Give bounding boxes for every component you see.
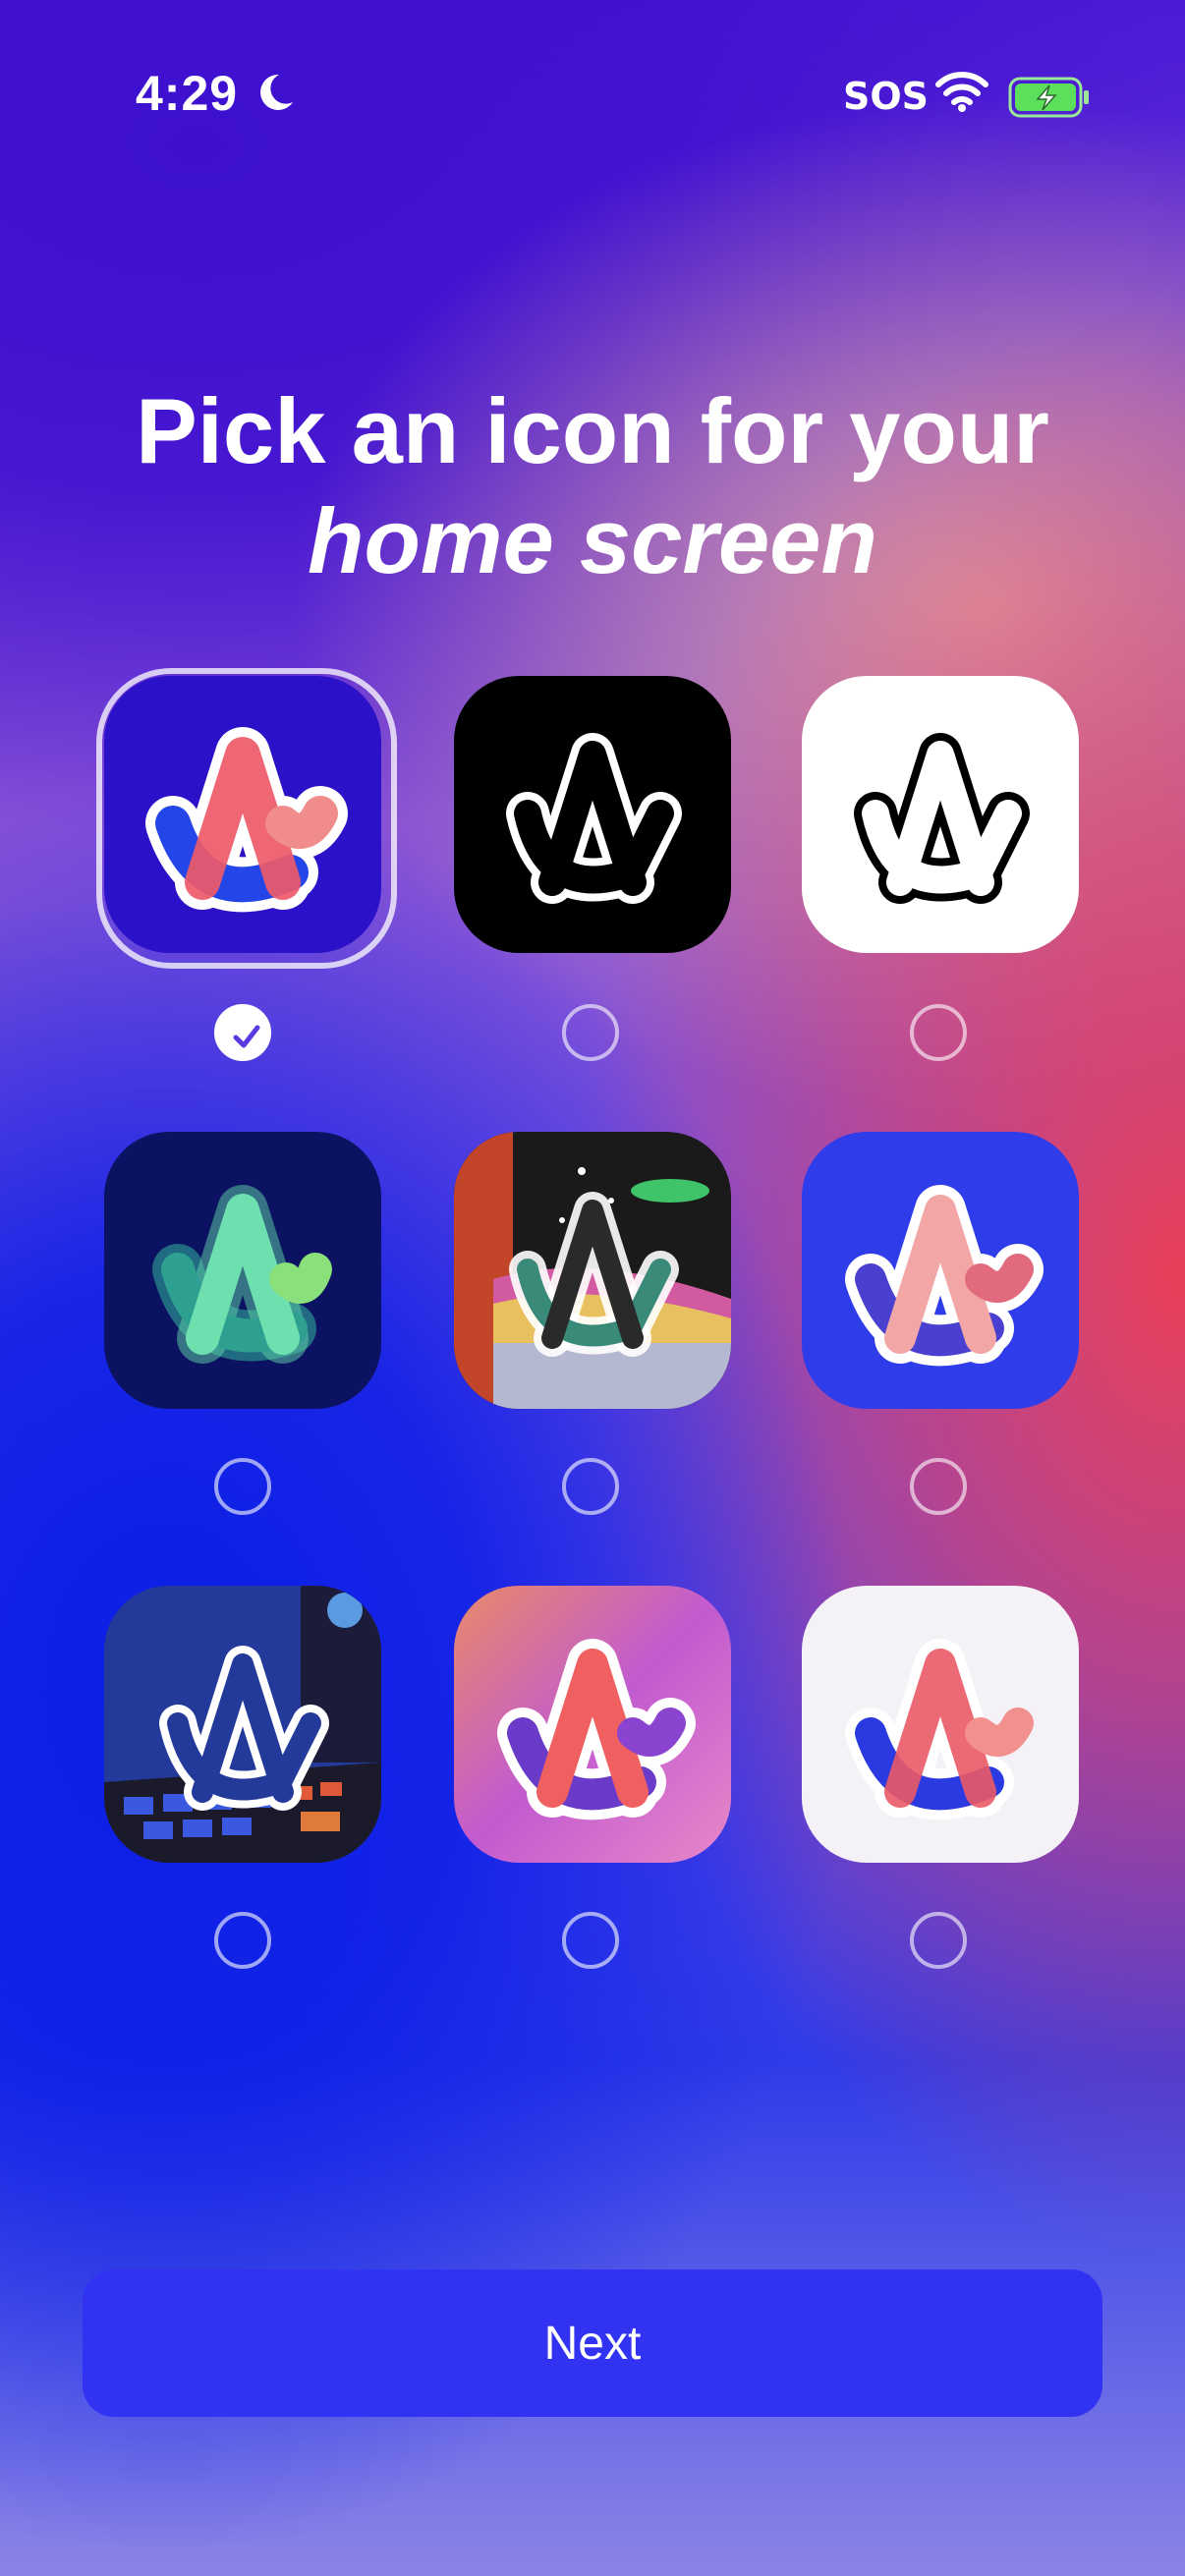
arc-light-icon[interactable]	[802, 1586, 1079, 1863]
wifi-icon	[935, 71, 988, 117]
radio-arc-default[interactable]	[214, 1004, 271, 1061]
arc-gradient-icon[interactable]	[454, 1586, 731, 1863]
arc-white-icon[interactable]	[802, 676, 1079, 953]
status-time: 4:29	[136, 66, 239, 121]
title-line-2: home screen	[308, 488, 877, 592]
status-bar: 4:29 SOS	[0, 0, 1185, 196]
battery-charging-icon	[1008, 77, 1091, 123]
arc-black-icon[interactable]	[454, 676, 731, 953]
radio-arc-blue[interactable]	[910, 1458, 967, 1515]
radio-arc-space[interactable]	[562, 1458, 619, 1515]
radio-arc-gradient[interactable]	[562, 1912, 619, 1969]
arc-space-icon[interactable]	[454, 1132, 731, 1409]
arc-glow-icon[interactable]	[104, 1132, 381, 1409]
radio-arc-white[interactable]	[910, 1004, 967, 1061]
radio-arc-black[interactable]	[562, 1004, 619, 1061]
next-button[interactable]: Next	[83, 2269, 1102, 2417]
title-line-1: Pick an icon for your	[136, 378, 1049, 482]
radio-arc-retro-computer[interactable]	[214, 1912, 271, 1969]
arc-default-icon[interactable]	[104, 676, 381, 953]
arc-blue-icon[interactable]	[802, 1132, 1079, 1409]
radio-arc-glow[interactable]	[214, 1458, 271, 1515]
checkmark-icon	[233, 1025, 260, 1048]
moon-icon	[254, 71, 297, 119]
radio-arc-light[interactable]	[910, 1912, 967, 1969]
page-title: Pick an icon for your home screen	[0, 376, 1185, 596]
arc-retro-computer-icon[interactable]	[104, 1586, 381, 1863]
sos-label: SOS	[843, 75, 930, 118]
